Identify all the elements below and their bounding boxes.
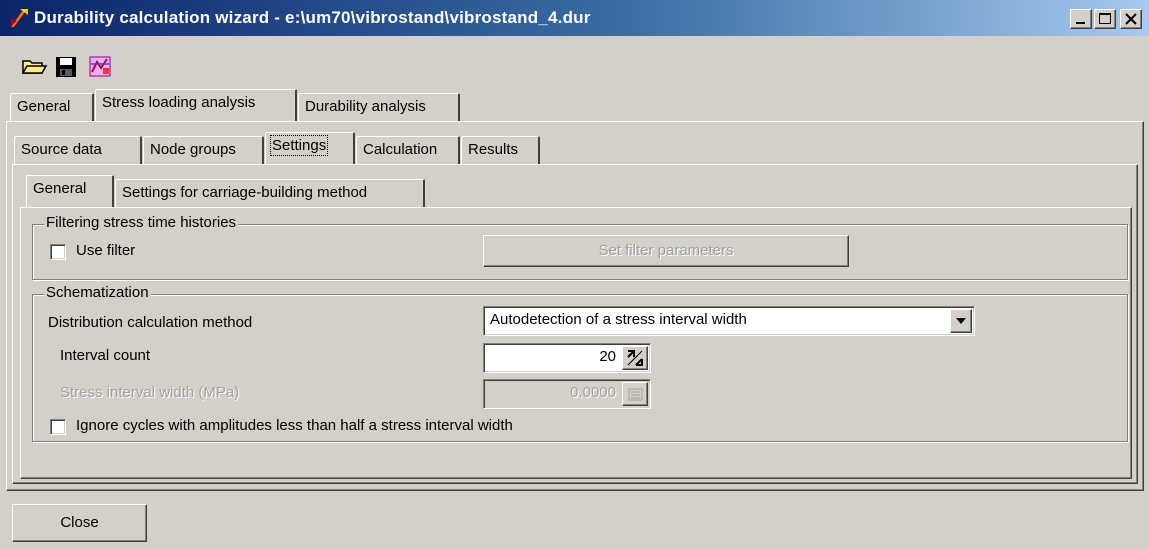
tab-results[interactable]: Results	[461, 136, 540, 164]
tab-stress-loading-analysis-label: Stress loading analysis	[102, 94, 256, 111]
distribution-method-value: Autodetection of a stress interval width	[490, 311, 747, 328]
save-button[interactable]	[52, 52, 80, 80]
open-folder-icon	[21, 60, 48, 74]
stress-width-input[interactable]: 0.0000	[483, 379, 651, 409]
tab-calculation[interactable]: Calculation	[356, 136, 460, 164]
tab-source-data-label: Source data	[21, 141, 102, 158]
tab-durability-analysis-label: Durability analysis	[305, 98, 426, 115]
interval-count-input[interactable]: 20	[483, 343, 651, 373]
set-filter-parameters-button[interactable]: Set filter parameters	[483, 235, 849, 267]
filtering-group-legend: Filtering stress time histories	[44, 214, 239, 231]
interval-count-spin-button[interactable]	[622, 346, 648, 370]
tab-carriage-building[interactable]: Settings for carriage-building method	[115, 179, 425, 207]
title-bar[interactable]: Durability calculation wizard - e:\um70\…	[0, 0, 1149, 36]
close-button[interactable]: Close	[12, 504, 147, 542]
dropdown-button[interactable]	[950, 309, 972, 333]
set-filter-parameters-label: Set filter parameters	[598, 242, 734, 259]
tab-general[interactable]: General	[10, 93, 94, 121]
schematization-group-legend: Schematization	[44, 284, 151, 301]
tab-source-data[interactable]: Source data	[14, 136, 142, 164]
ignore-cycles-label: Ignore cycles with amplitudes less than …	[76, 417, 513, 434]
interval-count-label: Interval count	[60, 347, 151, 364]
use-filter-label: Use filter	[76, 242, 136, 259]
tab-carriage-building-label: Settings for carriage-building method	[122, 184, 368, 201]
tab-node-groups[interactable]: Node groups	[143, 136, 264, 164]
close-icon	[1125, 13, 1137, 25]
maximize-icon	[1099, 13, 1111, 24]
chevron-down-icon	[956, 318, 966, 324]
calculator-icon	[628, 388, 643, 401]
save-disk-icon	[56, 57, 76, 77]
tab-general-label: General	[17, 98, 71, 115]
tab-settings-label: Settings	[269, 135, 329, 156]
window-title: Durability calculation wizard - e:\um70\…	[34, 8, 591, 27]
stress-width-calc-button[interactable]	[622, 382, 648, 406]
tab-settings[interactable]: Settings	[265, 132, 355, 164]
tab-durability-analysis[interactable]: Durability analysis	[298, 93, 460, 121]
ignore-cycles-checkbox[interactable]	[50, 419, 66, 435]
distribution-method-select[interactable]: Autodetection of a stress interval width	[483, 306, 975, 336]
minimize-button[interactable]	[1070, 9, 1092, 29]
close-button-label: Close	[60, 514, 99, 531]
tab-settings-general-label: General	[33, 180, 87, 197]
stress-width-value: 0.0000	[570, 384, 616, 401]
tab-node-groups-label: Node groups	[150, 141, 236, 158]
app-icon	[10, 9, 28, 27]
tab-settings-general[interactable]: General	[26, 175, 114, 207]
close-window-button[interactable]	[1120, 9, 1142, 29]
maximize-button[interactable]	[1094, 9, 1116, 29]
wizard-chart-icon	[89, 56, 111, 77]
distribution-method-label: Distribution calculation method	[48, 314, 253, 331]
use-filter-checkbox[interactable]	[50, 244, 66, 260]
wizard-button[interactable]	[86, 52, 114, 80]
minimize-icon	[1076, 22, 1085, 24]
open-button[interactable]	[20, 52, 48, 80]
stress-width-label: Stress interval width (MPa)	[60, 384, 240, 401]
tab-results-label: Results	[468, 141, 519, 158]
interval-count-value: 20	[599, 348, 616, 365]
tab-calculation-label: Calculation	[363, 141, 438, 158]
tab-stress-loading-analysis[interactable]: Stress loading analysis	[95, 89, 297, 121]
spin-arrows-icon	[627, 350, 643, 366]
